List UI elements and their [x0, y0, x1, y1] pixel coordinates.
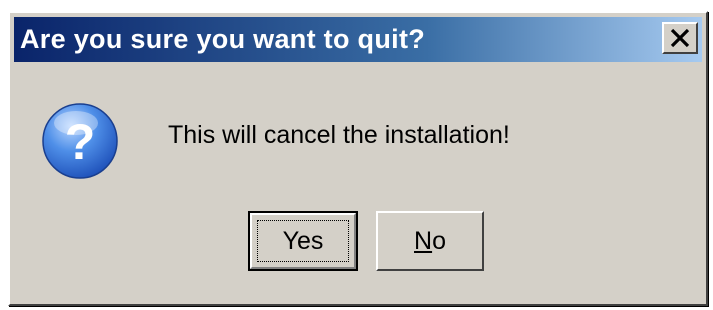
close-button[interactable] [662, 22, 698, 54]
no-button[interactable]: No [376, 211, 484, 271]
question-icon: ? [40, 101, 120, 181]
yes-button[interactable]: Yes [248, 211, 358, 271]
yes-button-label: Yes [282, 226, 324, 255]
dialog-title: Are you sure you want to quit? [20, 24, 426, 54]
no-mnemonic: N [414, 226, 433, 255]
no-label-rest: o [432, 226, 446, 255]
svg-text:?: ? [65, 114, 96, 170]
title-bar[interactable]: Are you sure you want to quit? [14, 17, 702, 62]
quit-confirm-dialog: Are you sure you want to quit? ? This wi… [8, 11, 708, 306]
close-icon [670, 28, 690, 48]
no-button-label: No [414, 227, 446, 256]
dialog-message: This will cancel the installation! [168, 121, 510, 149]
